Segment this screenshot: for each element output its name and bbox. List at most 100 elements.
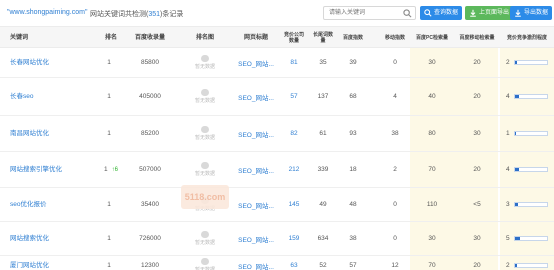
long-tail-cell: 634 xyxy=(311,222,335,255)
column-header-long-tail[interactable]: 长尾词数量 xyxy=(311,27,335,49)
no-image-label: 暂无数据 xyxy=(194,267,215,270)
keyword-cell: 厦门网站优化 xyxy=(10,256,70,270)
competition-level-cell: 1 xyxy=(506,116,552,151)
pc-competition-link[interactable]: 63 xyxy=(290,262,297,269)
rank-value: 1 xyxy=(107,59,111,66)
thumbnail-placeholder: 暂无数据 xyxy=(185,152,225,187)
page-title-link[interactable]: SEO_网站... xyxy=(238,92,274,102)
rank-cell: 1 xyxy=(96,116,126,151)
page-title-link[interactable]: SEO_网站... xyxy=(238,129,274,139)
pc-competition-link[interactable]: 82 xyxy=(290,130,297,137)
column-header-baidu-index[interactable]: 百度收录量 xyxy=(128,27,172,49)
pc-competition-cell: 212 xyxy=(282,152,306,187)
table-header: 关键词 排名 百度收录量 排名图 网页标题 竞价公司数量 长尾词数量 百度指数 … xyxy=(0,26,554,48)
mobile-index-value: 0 xyxy=(393,235,397,242)
mobile-search-cell: 30 xyxy=(458,116,496,151)
competition-level-meter: 2 xyxy=(506,262,548,269)
competition-level-meter: 1 xyxy=(506,130,548,137)
pc-search-cell: 80 xyxy=(414,116,450,151)
competition-level-cell: 2 xyxy=(506,256,552,270)
mobile-search-value: 20 xyxy=(473,262,481,269)
page-title-cell: SEO_网站... xyxy=(236,152,276,187)
no-image-label: 暂无数据 xyxy=(194,135,215,141)
pc-competition-link[interactable]: 159 xyxy=(289,235,300,242)
page-title-link[interactable]: SEO_网站... xyxy=(238,234,274,244)
pc-search-value: 80 xyxy=(428,130,436,137)
pc-search-value: 70 xyxy=(428,262,436,269)
pc-competition-link[interactable]: 81 xyxy=(290,59,297,66)
watermark-text: 5118.com xyxy=(184,192,226,202)
competition-level-bar xyxy=(514,263,548,268)
mobile-index-cell: 0 xyxy=(384,222,406,255)
pc-competition-link[interactable]: 145 xyxy=(289,201,300,208)
page-title-link[interactable]: SEO_网站... xyxy=(238,165,274,175)
keyword-link[interactable]: 长春seo xyxy=(10,92,33,101)
pc-competition-cell: 82 xyxy=(282,116,306,151)
keyword-link[interactable]: 网站搜索引擎优化 xyxy=(10,165,62,174)
no-image-label: 暂无数据 xyxy=(194,171,215,177)
long-tail-cell: 52 xyxy=(311,256,335,270)
mobile-search-cell: 20 xyxy=(458,152,496,187)
mobile-search-value: 30 xyxy=(473,130,481,137)
search-icon[interactable] xyxy=(403,9,412,18)
query-data-button[interactable]: 查询数据 xyxy=(420,6,463,20)
baidu-index-value: 12300 xyxy=(140,262,160,269)
mobile-search-value: 30 xyxy=(473,235,481,242)
competition-level-meter: 4 xyxy=(506,166,548,173)
competition-level-bar-fill xyxy=(515,237,520,240)
rank-value: 1 xyxy=(107,93,111,100)
keyword-link[interactable]: 网站搜索优化 xyxy=(10,234,49,243)
competition-level-value: 5 xyxy=(506,235,510,242)
pc-competition-link[interactable]: 57 xyxy=(290,93,297,100)
column-header-mobile-search[interactable]: 百度移动检索量 xyxy=(458,27,496,49)
long-tail-value: 35 xyxy=(319,59,327,66)
page-title-link[interactable]: SEO_网站... xyxy=(238,261,274,270)
competition-level-meter: 5 xyxy=(506,235,548,242)
long-tail-cell: 61 xyxy=(311,116,335,151)
competition-level-value: 2 xyxy=(506,262,510,269)
baidu-index-cell: 85800 xyxy=(128,48,172,77)
table-row: 网站搜索优化 1 726000 暂无数据 SEO_网站... 159 634 38 0 30 30 5 xyxy=(0,222,554,256)
download-icon xyxy=(470,9,476,17)
image-placeholder-icon xyxy=(201,55,209,62)
keyword-link[interactable]: 南昌网站优化 xyxy=(10,129,49,138)
long-tail-value: 52 xyxy=(319,262,327,269)
image-placeholder-icon xyxy=(201,231,209,238)
baidu-index-value: 85200 xyxy=(140,130,160,137)
column-header-pc-index[interactable]: 百度指数 xyxy=(342,27,364,49)
page-title-cell: SEO_网站... xyxy=(236,222,276,255)
table-row: 网站搜索引擎优化 1 ↑6 507000 暂无数据 SEO_网站... 212 339 18 2 7… xyxy=(0,152,554,188)
table-row: 长春网站优化 1 85800 暂无数据 SEO_网站... 81 35 39 0 30 20 2 xyxy=(0,48,554,78)
competition-level-bar xyxy=(514,94,548,99)
page-title-link[interactable]: SEO_网站... xyxy=(238,200,274,210)
page-export-button[interactable]: 上页面导出 xyxy=(465,6,514,20)
long-tail-value: 61 xyxy=(319,130,327,137)
pc-search-cell: 70 xyxy=(414,256,450,270)
keyword-link[interactable]: 厦门网站优化 xyxy=(10,261,49,270)
mobile-search-cell: 30 xyxy=(458,222,496,255)
export-data-button[interactable]: 导出数据 xyxy=(510,6,553,20)
long-tail-cell: 137 xyxy=(311,78,335,115)
page-title-link[interactable]: SEO_网站... xyxy=(238,58,274,68)
image-placeholder-icon xyxy=(201,258,209,265)
column-header-mobile-index[interactable]: 移动指数 xyxy=(384,27,406,49)
pc-competition-link[interactable]: 212 xyxy=(289,166,300,173)
pc-index-cell: 38 xyxy=(342,222,364,255)
competition-level-value: 2 xyxy=(506,59,510,66)
column-header-pc-search[interactable]: 百度PC检索量 xyxy=(414,27,450,49)
keyword-link[interactable]: seo优化报价 xyxy=(10,200,46,209)
competition-level-bar-fill xyxy=(515,95,519,98)
keyword-search-input[interactable] xyxy=(324,7,402,19)
thumbnail-placeholder: 暂无数据 xyxy=(185,222,225,255)
column-header-competition-level[interactable]: 竞价竞争激烈程度 xyxy=(503,27,551,49)
pc-search-value: 40 xyxy=(428,93,436,100)
rank-change-badge: ↑6 xyxy=(111,166,118,173)
column-header-rank[interactable]: 排名 xyxy=(96,27,126,49)
column-header-keyword[interactable]: 关键词 xyxy=(10,27,70,49)
image-placeholder-icon xyxy=(201,89,209,96)
keyword-link[interactable]: 长春网站优化 xyxy=(10,58,49,67)
pc-competition-cell: 57 xyxy=(282,78,306,115)
pc-search-cell: 110 xyxy=(414,188,450,221)
column-header-pc-competition[interactable]: 竞价公司数量 xyxy=(282,27,306,49)
summary-prefix: 网站关键词共检测( xyxy=(90,11,149,18)
